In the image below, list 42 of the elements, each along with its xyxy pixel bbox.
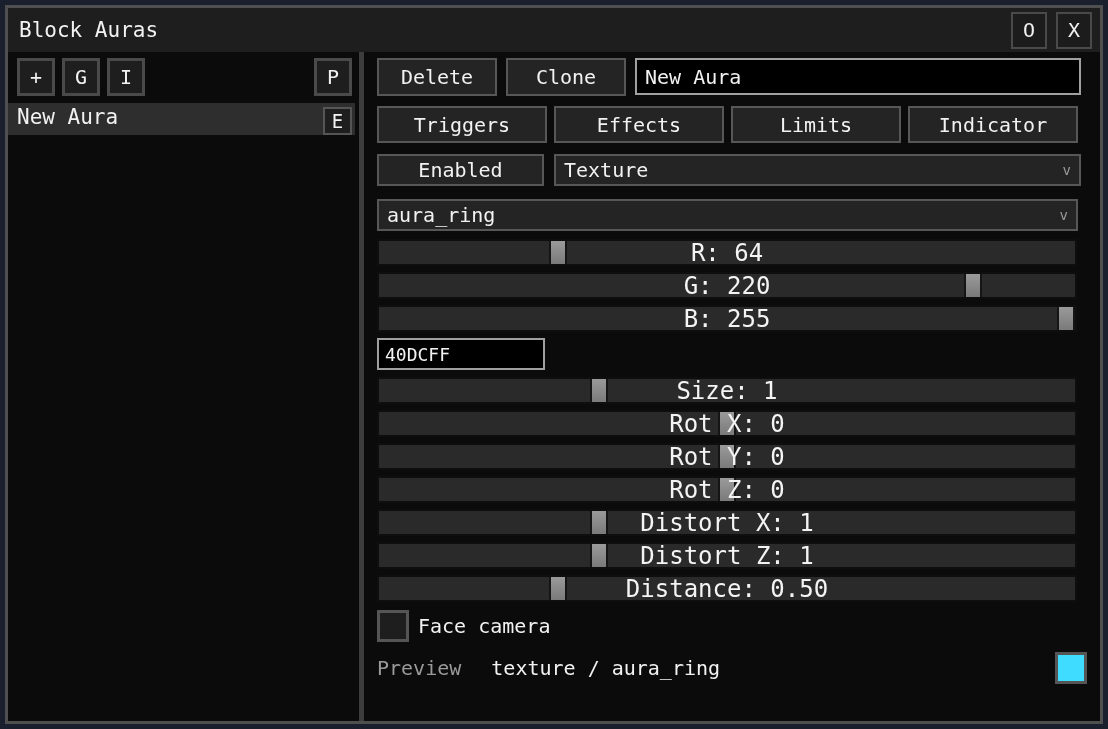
sidebar-item[interactable]: New Aura E xyxy=(8,103,355,135)
slider-thumb[interactable] xyxy=(964,274,983,297)
action-button[interactable]: Delete xyxy=(377,58,497,96)
preview-label: Preview xyxy=(377,656,462,680)
slider[interactable]: Distance: 0.50 xyxy=(377,575,1077,602)
preview-value: texture / aura_ring xyxy=(491,656,721,680)
slider-thumb[interactable] xyxy=(1057,307,1075,330)
checkbox[interactable] xyxy=(377,610,409,642)
slider[interactable]: Distort X: 1 xyxy=(377,509,1077,536)
slider-thumb[interactable] xyxy=(549,241,568,264)
action-button[interactable]: Clone xyxy=(506,58,626,96)
hex-input-field[interactable]: 40DCFF xyxy=(377,338,545,370)
slider-thumb[interactable] xyxy=(589,379,608,402)
toolbar-button[interactable]: G xyxy=(62,58,100,96)
slider[interactable]: Size: 1 xyxy=(377,377,1077,404)
window-button[interactable]: O xyxy=(1011,11,1047,49)
slider[interactable]: Rot X: 0 xyxy=(377,410,1077,437)
window-button[interactable]: X xyxy=(1056,11,1092,49)
slider[interactable]: Distort Z: 1 xyxy=(377,542,1077,569)
dropdown[interactable]: Texture v xyxy=(554,154,1081,186)
toolbar-button[interactable]: I xyxy=(107,58,145,96)
name-input-field[interactable]: New Aura xyxy=(635,58,1081,95)
slider[interactable]: R: 64 xyxy=(377,239,1077,266)
toolbar-button[interactable]: P xyxy=(314,58,352,96)
window-title: Block Auras xyxy=(19,18,159,42)
item-action-button[interactable]: E xyxy=(323,106,352,135)
tab-button[interactable]: Indicator xyxy=(908,106,1078,143)
tab-button[interactable]: Triggers xyxy=(377,106,547,143)
dropdown[interactable]: aura_ring v xyxy=(377,199,1078,231)
checkbox-label: Face camera xyxy=(418,614,551,638)
slider[interactable]: Rot Z: 0 xyxy=(377,476,1077,503)
sidebar-item-label: New Aura xyxy=(17,105,119,129)
toolbar-button[interactable]: + xyxy=(17,58,55,96)
tab-button[interactable]: Limits xyxy=(731,106,901,143)
slider-thumb[interactable] xyxy=(589,544,608,567)
slider[interactable]: G: 220 xyxy=(377,272,1077,299)
slider[interactable]: B: 255 xyxy=(377,305,1077,332)
tab-button[interactable]: Effects xyxy=(554,106,724,143)
toggle-button[interactable]: Enabled xyxy=(377,154,544,186)
slider-thumb[interactable] xyxy=(548,577,567,600)
slider-thumb[interactable] xyxy=(589,511,608,534)
slider[interactable]: Rot Y: 0 xyxy=(377,443,1077,470)
